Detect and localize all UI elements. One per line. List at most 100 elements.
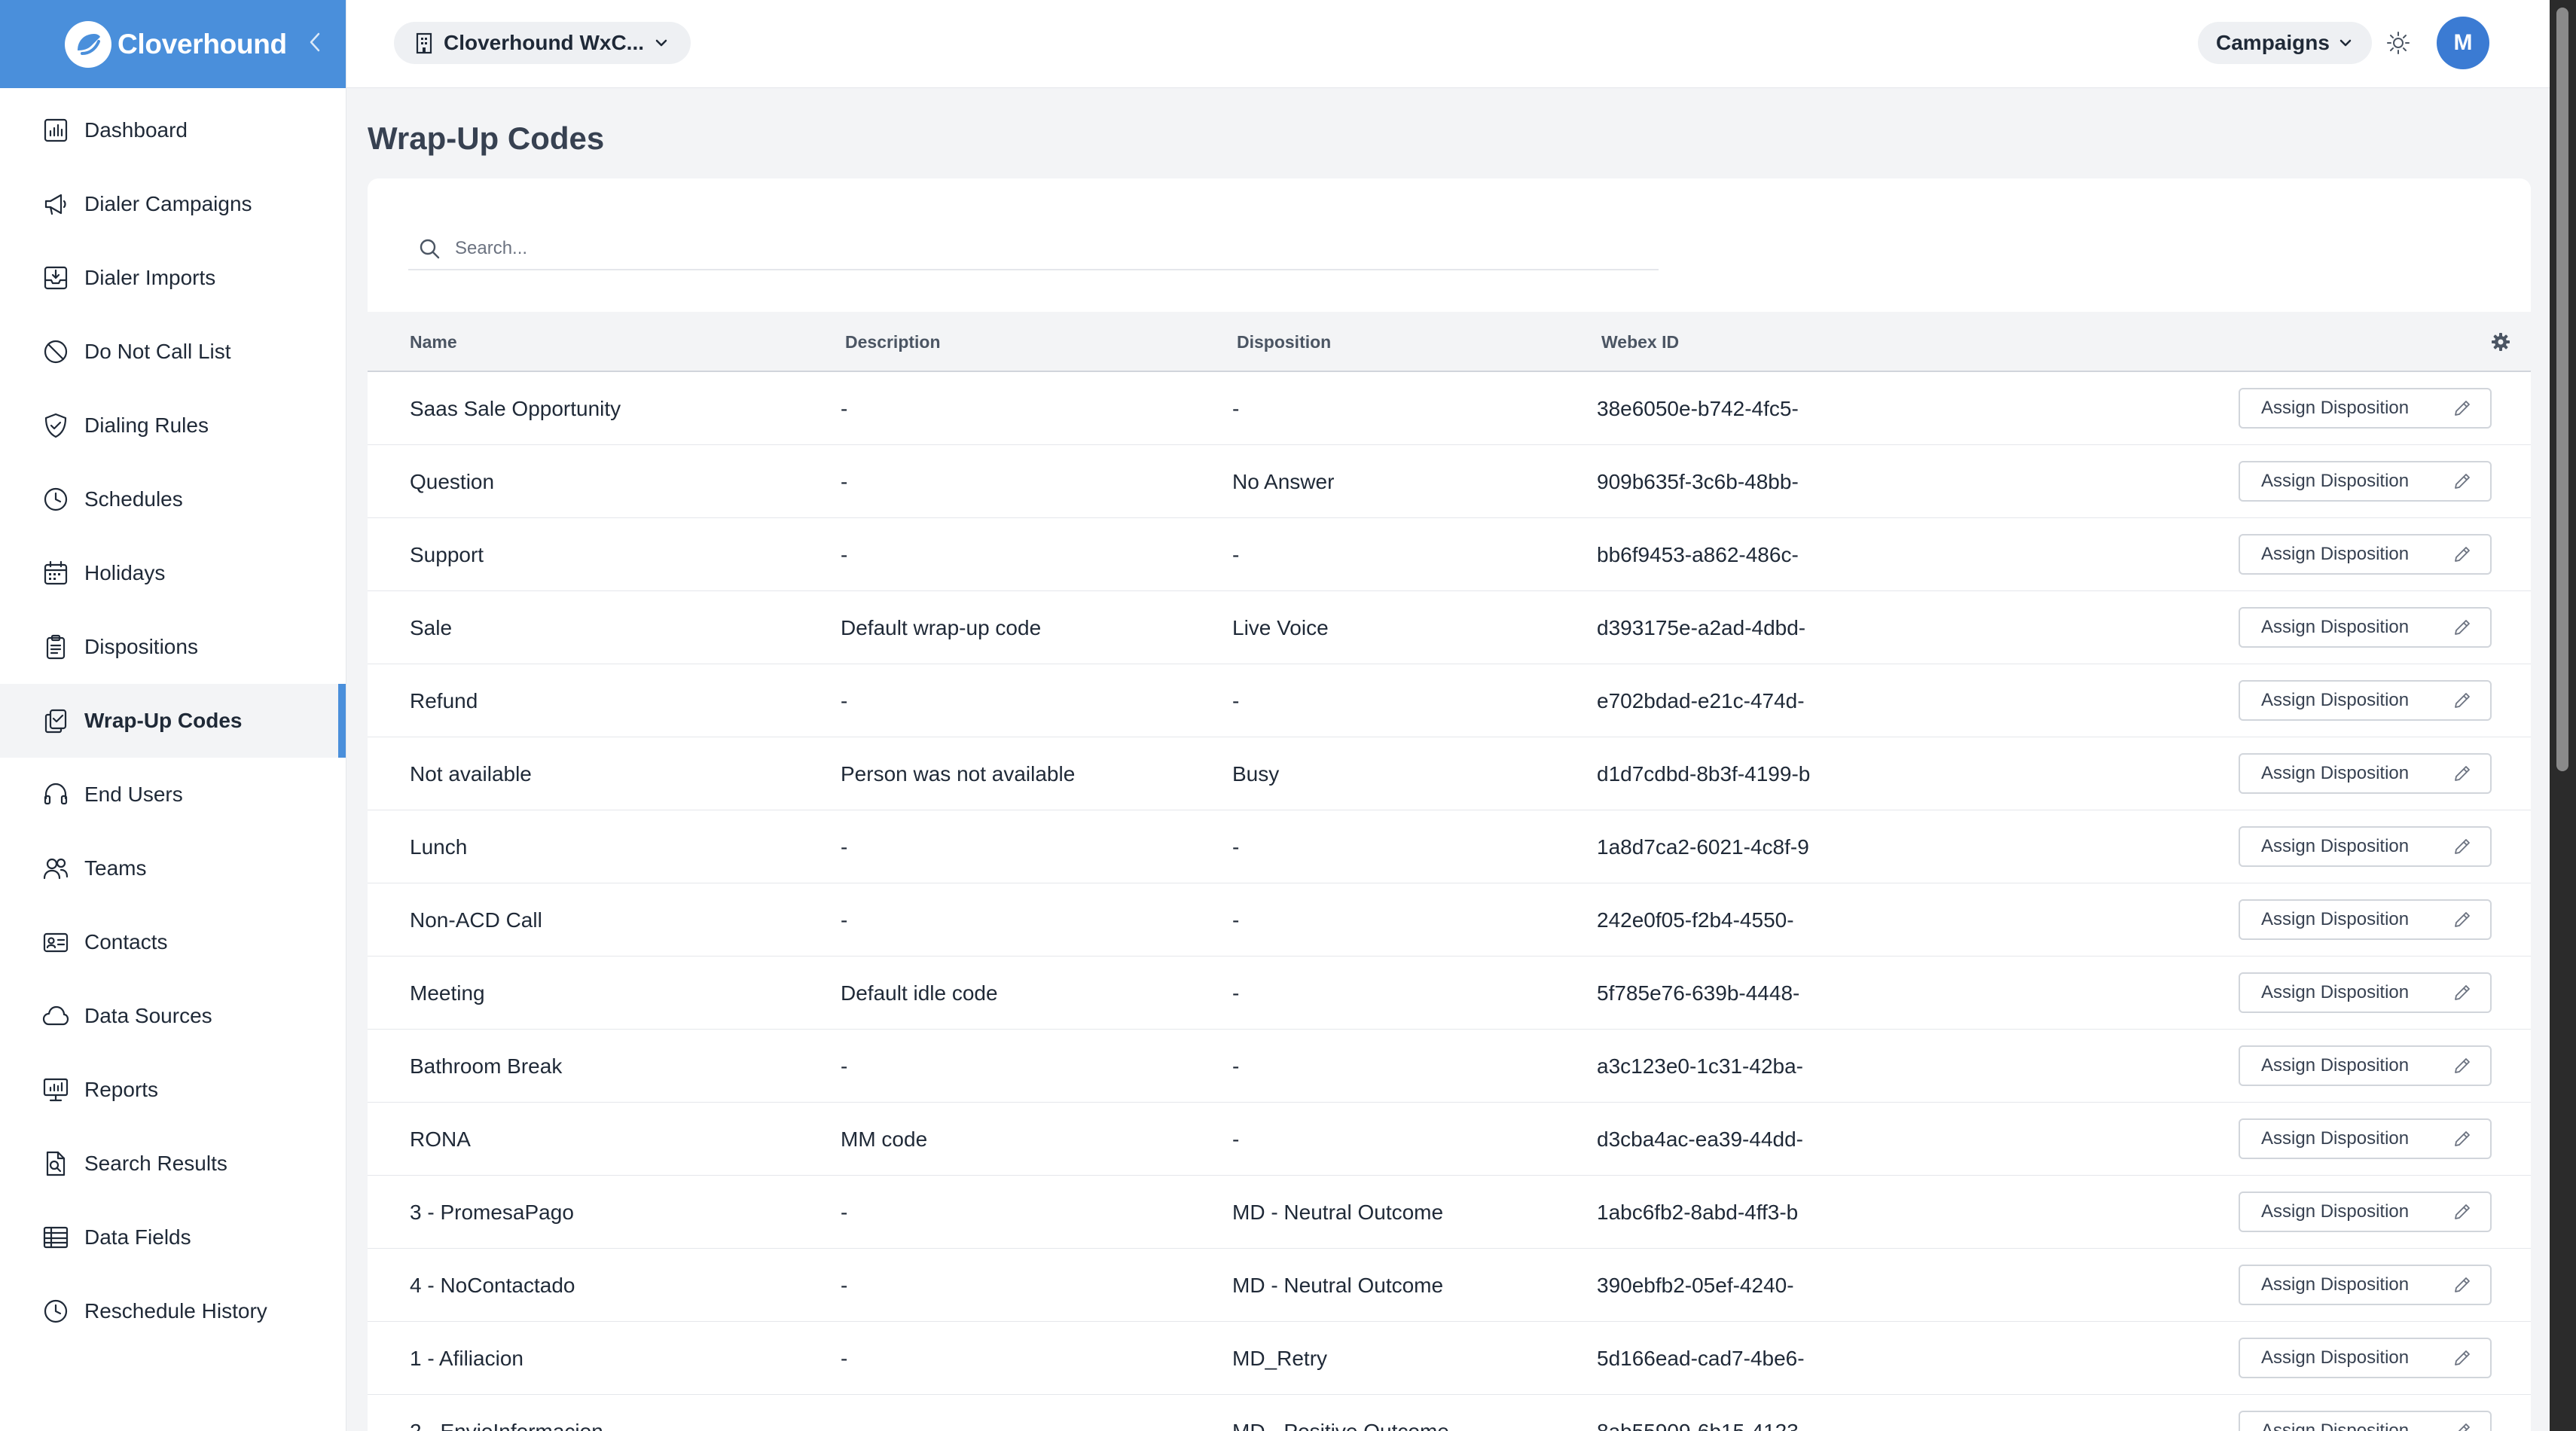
sidebar-item-teams[interactable]: Teams xyxy=(0,831,346,905)
pencil-icon xyxy=(2451,397,2474,420)
cell-disposition: - xyxy=(1232,543,1240,566)
sidebar-item-label: Reschedule History xyxy=(84,1299,267,1323)
sidebar-item-label: Dialing Rules xyxy=(84,413,209,437)
scrollbar-thumb[interactable] xyxy=(2556,8,2568,771)
cell-webex-id: 5f785e76-639b-4448- xyxy=(1597,981,1800,1005)
cell-name: 3 - PromesaPago xyxy=(410,1201,574,1224)
assign-disposition-button[interactable]: Assign Disposition xyxy=(2239,1411,2492,1431)
chevron-down-icon xyxy=(655,39,667,47)
sidebar-nav: Dashboard Dialer Campaigns Dialer Imports D… xyxy=(0,88,346,1348)
sidebar: Cloverhound Dashboard Dialer Campaigns Dia… xyxy=(0,0,346,1431)
sidebar-item-label: Contacts xyxy=(84,930,168,953)
cell-name: Saas Sale Opportunity xyxy=(410,397,621,420)
sidebar-item-contacts[interactable]: Contacts xyxy=(0,905,346,979)
clipboard-icon xyxy=(41,632,71,662)
assign-disposition-button[interactable]: Assign Disposition xyxy=(2239,461,2492,502)
table-row: Meeting Default idle code - 5f785e76-639b-4… xyxy=(368,957,2531,1030)
wrap-up-codes-card: Name Description Disposition Webex ID Sa… xyxy=(368,178,2531,1431)
table-row: Refund - - e702bdad-e21c-474d- Assign Dispos… xyxy=(368,664,2531,737)
assign-disposition-button[interactable]: Assign Disposition xyxy=(2239,534,2492,575)
assign-disposition-button[interactable]: Assign Disposition xyxy=(2239,753,2492,794)
document-search-icon xyxy=(41,1149,71,1179)
pencil-icon xyxy=(2451,762,2474,785)
cell-description: - xyxy=(841,1347,848,1370)
cell-webex-id: 1abc6fb2-8abd-4ff3-b xyxy=(1597,1201,1799,1224)
sidebar-item-dialing-rules[interactable]: Dialing Rules xyxy=(0,389,346,462)
assign-disposition-button[interactable]: Assign Disposition xyxy=(2239,680,2492,721)
assign-disposition-button[interactable]: Assign Disposition xyxy=(2239,607,2492,648)
assign-disposition-button[interactable]: Assign Disposition xyxy=(2239,899,2492,940)
sidebar-item-end-users[interactable]: End Users xyxy=(0,758,346,831)
pencil-icon xyxy=(2451,1201,2474,1223)
cloverhound-logo-icon xyxy=(65,20,111,68)
assign-disposition-button[interactable]: Assign Disposition xyxy=(2239,388,2492,429)
column-settings-button[interactable] xyxy=(2487,328,2514,355)
sidebar-item-label: Holidays xyxy=(84,561,166,584)
clipboard-copy-icon xyxy=(41,706,71,736)
sidebar-item-search-results[interactable]: Search Results xyxy=(0,1127,346,1201)
sidebar-item-dialer-imports[interactable]: Dialer Imports xyxy=(0,241,346,315)
user-avatar[interactable]: M xyxy=(2437,17,2489,69)
assign-disposition-button[interactable]: Assign Disposition xyxy=(2239,1118,2492,1159)
org-selector[interactable]: Cloverhound WxC... xyxy=(394,22,691,64)
cell-description: - xyxy=(841,835,848,859)
cell-name: 4 - NoContactado xyxy=(410,1274,575,1297)
assign-disposition-label: Assign Disposition xyxy=(2261,1201,2410,1222)
assign-disposition-button[interactable]: Assign Disposition xyxy=(2239,1265,2492,1305)
sidebar-item-label: Data Sources xyxy=(84,1004,212,1027)
cell-disposition: No Answer xyxy=(1232,470,1335,493)
sidebar-item-label: Dialer Campaigns xyxy=(84,192,252,215)
assign-disposition-button[interactable]: Assign Disposition xyxy=(2239,826,2492,867)
assign-disposition-button[interactable]: Assign Disposition xyxy=(2239,1191,2492,1232)
cloud-icon xyxy=(41,1001,71,1031)
sidebar-item-dispositions[interactable]: Dispositions xyxy=(0,610,346,684)
cell-description: - xyxy=(841,470,848,493)
cell-name: Sale xyxy=(410,616,453,639)
table-row: RONA MM code - d3cba4ac-ea39-44dd- Assign Di… xyxy=(368,1103,2531,1176)
cell-name: Bathroom Break xyxy=(410,1054,563,1078)
sidebar-item-dialer-campaigns[interactable]: Dialer Campaigns xyxy=(0,167,346,241)
gear-icon xyxy=(2492,333,2510,351)
column-header-webex-id[interactable]: Webex ID xyxy=(1601,312,1679,372)
pencil-icon xyxy=(2451,835,2474,858)
assign-disposition-button[interactable]: Assign Disposition xyxy=(2239,972,2492,1013)
sidebar-item-do-not-call-list[interactable]: Do Not Call List xyxy=(0,315,346,389)
table-row: Saas Sale Opportunity - - 38e6050e-b742-4fc… xyxy=(368,372,2531,445)
chevron-left-icon xyxy=(310,32,320,52)
calendar-icon xyxy=(41,558,71,588)
campaigns-menu-label: Campaigns xyxy=(2216,31,2330,54)
table-row: 3 - PromesaPago - MD - Neutral Outcome 1abc… xyxy=(368,1176,2531,1249)
sidebar-item-dashboard[interactable]: Dashboard xyxy=(0,93,346,167)
assign-disposition-button[interactable]: Assign Disposition xyxy=(2239,1045,2492,1086)
theme-toggle-button[interactable] xyxy=(2383,28,2413,58)
pencil-icon xyxy=(2451,981,2474,1004)
column-header-name[interactable]: Name xyxy=(410,312,457,372)
sidebar-item-data-sources[interactable]: Data Sources xyxy=(0,979,346,1053)
cell-webex-id: bb6f9453-a862-486c- xyxy=(1597,543,1799,566)
assign-disposition-label: Assign Disposition xyxy=(2261,1055,2410,1076)
cell-description: - xyxy=(841,908,848,932)
sidebar-item-label: Search Results xyxy=(84,1152,227,1175)
table-row: 2 - EnvioInformacion-MD - Positive Outco… xyxy=(368,1395,2531,1431)
cell-name: Non-ACD Call xyxy=(410,908,542,932)
sidebar-item-label: Do Not Call List xyxy=(84,340,231,363)
campaigns-menu[interactable]: Campaigns xyxy=(2198,22,2372,64)
sun-icon xyxy=(2387,32,2410,54)
collapse-sidebar-button[interactable] xyxy=(300,27,330,57)
search-input[interactable] xyxy=(455,238,1585,259)
column-header-description[interactable]: Description xyxy=(845,312,941,372)
sidebar-item-wrap-up-codes[interactable]: Wrap-Up Codes xyxy=(0,684,346,758)
table-row: Question - No Answer 909b635f-3c6b-48bb- Ass… xyxy=(368,445,2531,518)
cell-name: Support xyxy=(410,543,484,566)
page-scrollbar[interactable] xyxy=(2550,0,2576,1431)
sidebar-item-reschedule-history[interactable]: Reschedule History xyxy=(0,1274,346,1348)
cell-webex-id: 8ab55909-6b15-4123- xyxy=(1597,1395,1830,1431)
sidebar-item-label: Wrap-Up Codes xyxy=(84,709,243,732)
assign-disposition-button[interactable]: Assign Disposition xyxy=(2239,1338,2492,1378)
sidebar-item-data-fields[interactable]: Data Fields xyxy=(0,1201,346,1274)
column-header-disposition[interactable]: Disposition xyxy=(1237,312,1331,372)
sidebar-item-reports[interactable]: Reports xyxy=(0,1053,346,1127)
cell-name: Meeting xyxy=(410,981,485,1005)
sidebar-item-holidays[interactable]: Holidays xyxy=(0,536,346,610)
sidebar-item-schedules[interactable]: Schedules xyxy=(0,462,346,536)
